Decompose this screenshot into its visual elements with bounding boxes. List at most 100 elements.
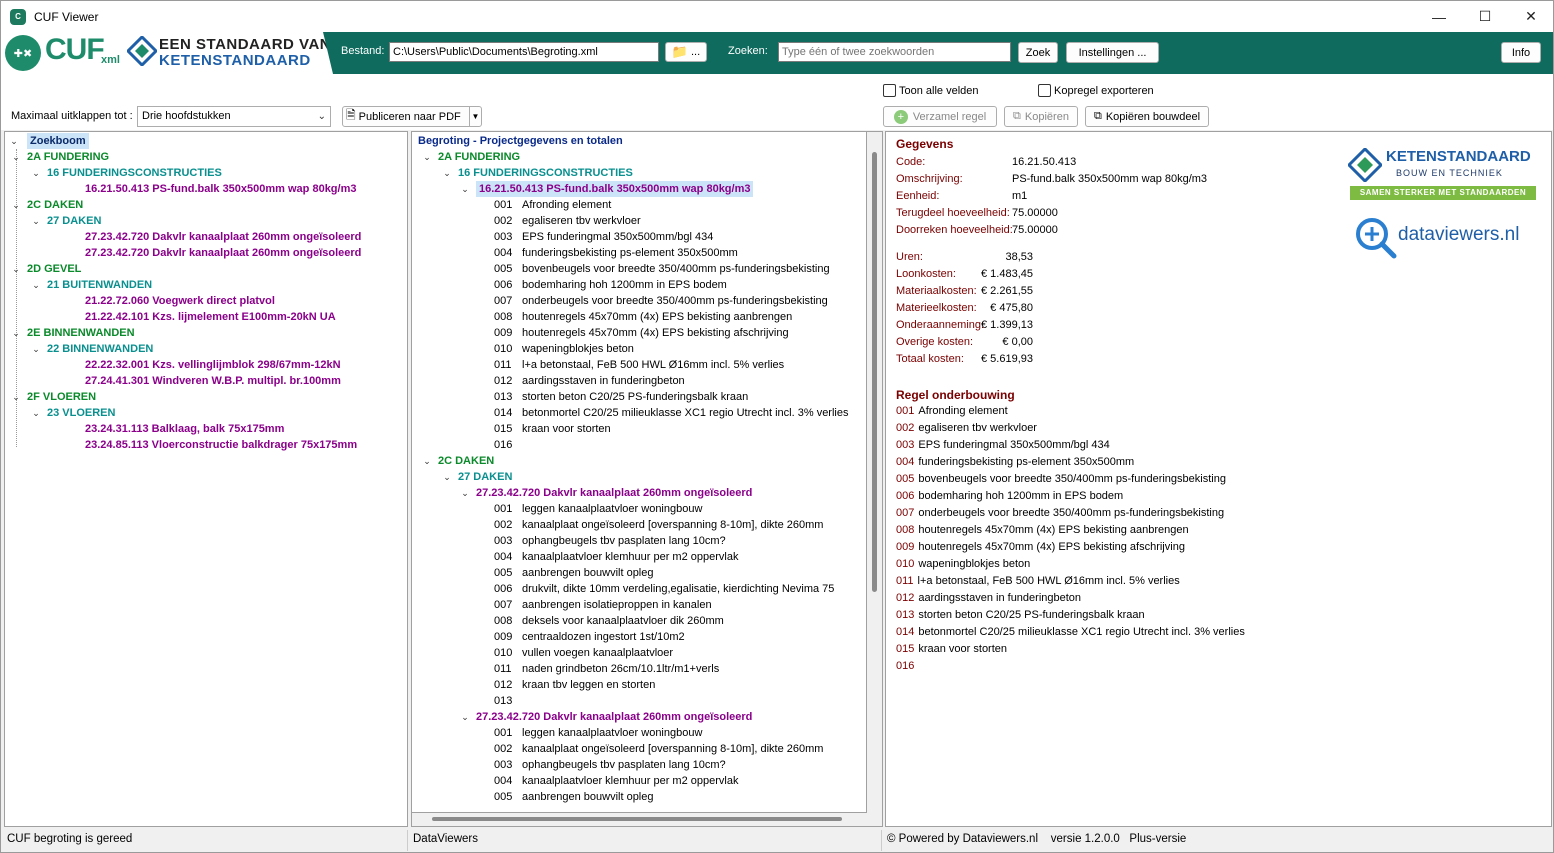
ketenstandaard-logo: KETENSTANDAARD BOUW EN TECHNIEK SAMEN ST… <box>1348 146 1538 202</box>
instellingen-button[interactable]: Instellingen ... <box>1066 42 1159 63</box>
checkbox-label: Toon alle velden <box>899 84 979 97</box>
collapse-icon[interactable]: ⌄ <box>31 165 41 181</box>
row-number: 006 <box>494 583 513 595</box>
row-description: l+a betonstaal, FeB 500 HWL Ø16mm incl. … <box>917 575 1180 587</box>
row-number: 002 <box>494 743 513 755</box>
logo-line1: EEN STANDAARD VAN <box>159 36 332 53</box>
onderbouwing-row: 009 houtenregels 45x70mm (4x) EPS bekisti… <box>896 539 1185 556</box>
tree-row-label: 16.21.50.413 PS-fund.balk 350x500mm wap … <box>476 181 754 197</box>
row-description: ophangbeugels tbv pasplaten lang 10cm? <box>522 535 726 547</box>
tree-row-label: 2C DAKEN <box>27 199 84 211</box>
cost-value: € 0,00 <box>1002 336 1033 348</box>
row-description: aanbrengen bouwvilt opleg <box>522 791 654 803</box>
row-number: 013 <box>494 695 513 707</box>
row-number: 004 <box>494 247 513 259</box>
row-number: 010 <box>896 558 915 570</box>
app-window: C CUF Viewer — ☐ ✕ ✚✖ CUF xml EEN STANDA… <box>0 0 1554 853</box>
row-number: 001 <box>494 503 513 515</box>
collapse-icon[interactable]: ⌄ <box>11 197 21 213</box>
details-panel: Gegevens Code: 16.21.50.413 Omschrijving: P… <box>885 131 1552 827</box>
collapse-icon[interactable]: ⌄ <box>442 165 452 181</box>
row-number: 002 <box>494 519 513 531</box>
magnifier-icon <box>1356 218 1397 259</box>
kopieren-bouwdeel-button[interactable]: ⧉ Kopiëren bouwdeel <box>1085 106 1209 127</box>
collapse-icon[interactable]: ⌄ <box>9 133 19 149</box>
row-number: 001 <box>494 199 513 211</box>
onderbouwing-row: 016 <box>896 658 918 675</box>
vertical-scrollbar[interactable] <box>867 131 883 813</box>
collapse-icon[interactable]: ⌄ <box>11 149 21 165</box>
row-description: EPS funderingmal 350x500mm/bgl 434 <box>918 439 1110 451</box>
bestand-input[interactable]: C:\Users\Public\Documents\Begroting.xml <box>389 42 659 62</box>
tree-row-label: 21.22.42.101 Kzs. lijmelement E100mm-20k… <box>85 311 336 323</box>
row-description: l+a betonstaal, FeB 500 HWL Ø16mm incl. … <box>522 359 785 371</box>
row-description: centraaldozen ingestort 1st/10m2 <box>522 631 685 643</box>
status-mid: DataViewers <box>413 833 478 845</box>
row-description: onderbeugels voor breedte 350/400mm ps-f… <box>918 507 1225 519</box>
collapse-icon[interactable]: ⌄ <box>460 485 470 501</box>
info-button[interactable]: Info <box>1501 42 1541 63</box>
tree-row-label: 2A FUNDERING <box>27 151 110 163</box>
close-icon[interactable]: ✕ <box>1508 1 1553 32</box>
browse-button[interactable]: 📁... <box>665 42 707 62</box>
row-number: 008 <box>494 615 513 627</box>
zoekboom-panel: ⌄ Zoekboom ⌄ 2A FUNDERING ⌄ 16 FUNDERINGSCO… <box>4 131 408 827</box>
scrollbar-thumb[interactable] <box>872 152 877 592</box>
zoek-button[interactable]: Zoek <box>1018 42 1058 63</box>
cost-value: € 1.399,13 <box>981 319 1033 331</box>
collapse-icon[interactable]: ⌄ <box>31 341 41 357</box>
cost-value: € 2.261,55 <box>981 285 1033 297</box>
dropdown-arrow-icon[interactable]: ▼ <box>469 107 481 126</box>
collapse-icon[interactable]: ⌄ <box>422 149 432 165</box>
collapse-icon[interactable]: ⌄ <box>31 405 41 421</box>
checkbox-box[interactable] <box>1038 84 1051 97</box>
publiceren-pdf-button[interactable]: 🗎 Publiceren naar PDF ▼ <box>342 106 482 127</box>
maximaal-dropdown[interactable]: Drie hoofdstukken ⌄ <box>137 106 331 127</box>
row-description: kanaalplaat ongeïsoleerd [overspanning 8… <box>522 743 824 755</box>
row-description: EPS funderingmal 350x500mm/bgl 434 <box>522 231 714 243</box>
tree-row-label: 23 VLOEREN <box>47 407 116 419</box>
search-input[interactable] <box>778 42 1011 62</box>
pdf-icon: 🗎 <box>346 108 356 122</box>
cost-label: Uren: <box>896 251 923 263</box>
row-number: 011 <box>494 663 512 675</box>
tree-row-label: 16 FUNDERINGSCONSTRUCTIES <box>458 167 633 179</box>
cost-value: € 1.483,45 <box>981 268 1033 280</box>
collapse-icon[interactable]: ⌄ <box>422 453 432 469</box>
row-description: houtenregels 45x70mm (4x) EPS bekisting … <box>918 541 1185 553</box>
horizontal-scrollbar[interactable] <box>411 813 883 827</box>
onderbouwing-row: 014 betonmortel C20/25 milieuklasse XC1 r… <box>896 624 1245 641</box>
app-icon: C <box>10 8 26 25</box>
collapse-icon[interactable]: ⌄ <box>11 325 21 341</box>
collapse-icon[interactable]: ⌄ <box>31 277 41 293</box>
maximize-icon[interactable]: ☐ <box>1462 1 1508 32</box>
row-number: 002 <box>494 215 513 227</box>
collapse-icon[interactable]: ⌄ <box>11 389 21 405</box>
row-description: naden grindbeton 26cm/10.1ltr/m1+verls <box>522 663 720 675</box>
onderbouwing-row: 007 onderbeugels voor breedte 350/400mm p… <box>896 505 1224 522</box>
row-number: 010 <box>494 647 513 659</box>
toon-alle-velden-checkbox[interactable]: Toon alle velden <box>883 84 979 97</box>
hscroll-thumb[interactable] <box>432 817 842 821</box>
onderbouwing-row: 004 funderingsbekisting ps-element 350x50… <box>896 454 1134 471</box>
tree-row-label: 2A FUNDERING <box>438 151 521 163</box>
collapse-icon[interactable]: ⌄ <box>11 261 21 277</box>
row-number: 005 <box>494 567 513 579</box>
verzamel-regel-button[interactable]: + Verzamel regel <box>883 106 997 127</box>
gegevens-title: Gegevens <box>896 137 954 151</box>
row-description: funderingsbekisting ps-element 350x500mm <box>918 456 1135 468</box>
browse-label: ... <box>691 46 701 58</box>
checkbox-box[interactable] <box>883 84 896 97</box>
kopregel-exporteren-checkbox[interactable]: Kopregel exporteren <box>1038 84 1154 97</box>
collapse-icon[interactable]: ⌄ <box>460 709 470 725</box>
collapse-icon[interactable]: ⌄ <box>460 181 470 197</box>
tree-row-label: 22.22.32.001 Kzs. vellinglijmblok 298/67… <box>85 359 341 371</box>
row-number: 016 <box>896 660 915 672</box>
begroting-root[interactable]: Begroting - Projectgegevens en totalen <box>418 133 623 149</box>
minimize-icon[interactable]: — <box>1416 1 1462 32</box>
row-description: wapeningblokjes beton <box>918 558 1031 570</box>
collapse-icon[interactable]: ⌄ <box>442 469 452 485</box>
collapse-icon[interactable]: ⌄ <box>31 213 41 229</box>
field-label: Code: <box>896 156 926 168</box>
kopieren-button[interactable]: ⧉ Kopiëren <box>1004 106 1078 127</box>
